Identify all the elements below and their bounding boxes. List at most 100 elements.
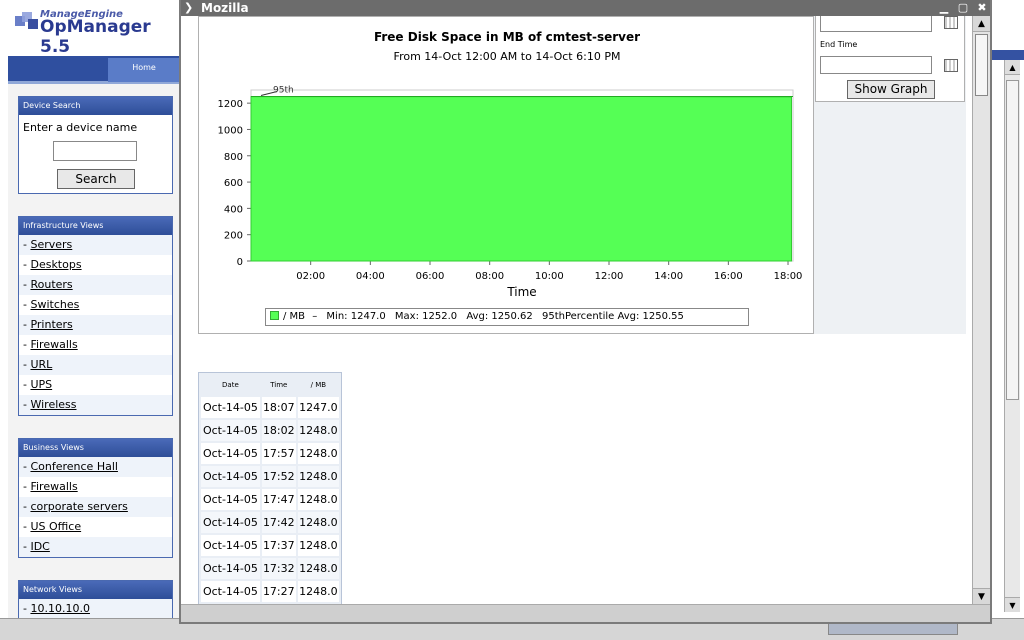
manageengine-logo-icon (15, 12, 38, 29)
infrastructure-view-link[interactable]: Servers (30, 238, 72, 251)
x-tick-label: 02:00 (296, 271, 325, 282)
list-item[interactable]: - UPS (19, 375, 172, 395)
list-item[interactable]: - 10.10.10.0 (19, 599, 172, 619)
x-tick-label: 14:00 (654, 271, 683, 282)
value-cell: 1248.0 (297, 489, 339, 510)
value-cell: 1248.0 (297, 466, 339, 487)
network-view-link[interactable]: 10.10.10.0 (30, 602, 89, 615)
series-area-0 (250, 95, 792, 262)
scroll-up-arrow-icon[interactable]: ▲ (1005, 60, 1020, 75)
popup-titlebar[interactable]: ❯ Mozilla ▁ ▢ ✖ (181, 0, 990, 16)
device-search-input[interactable] (53, 141, 137, 161)
time-cell: 17:42 (261, 512, 296, 533)
mozilla-popup-window: ❯ Mozilla ▁ ▢ ✖ Free Disk Space in MB of… (179, 0, 992, 624)
list-item[interactable]: - Servers (19, 235, 172, 255)
infrastructure-view-link[interactable]: Desktops (30, 258, 81, 271)
time-cell: 17:52 (261, 466, 296, 487)
calendar-icon[interactable] (944, 16, 958, 29)
table-body: Oct-14-05 18:07 1247.0 Oct-14-05 18:02 1248.0… (201, 397, 339, 604)
list-item[interactable]: - URL (19, 355, 172, 375)
list-item[interactable]: - Wireless (19, 395, 172, 415)
infrastructure-view-link[interactable]: Printers (30, 318, 72, 331)
chart-panel: Free Disk Space in MB of cmtest-server F… (198, 16, 814, 334)
list-item[interactable]: - Desktops (19, 255, 172, 275)
tab-home[interactable]: Home (108, 58, 180, 82)
scrollbar-thumb[interactable] (975, 34, 988, 96)
background-scrollbar[interactable]: ▲ ▼ (1004, 60, 1020, 612)
network-views-list: - 10.10.10.0 (19, 599, 172, 619)
list-item[interactable]: - IDC (19, 537, 172, 557)
minimize-icon[interactable]: ▁ (937, 1, 951, 15)
y-tick-label: 0 (237, 257, 243, 268)
popup-bottom-edge (181, 604, 990, 622)
close-icon[interactable]: ✖ (975, 1, 989, 15)
device-search-box: Device Search Enter a device name Search (18, 96, 173, 194)
y-tick-label: 1000 (218, 125, 243, 136)
value-cell: 1247.0 (297, 397, 339, 418)
legend-avg-value: 1250.62 (491, 311, 533, 322)
date-cell: Oct-14-05 (201, 581, 260, 602)
business-view-link[interactable]: Conference Hall (30, 460, 117, 473)
infrastructure-view-link[interactable]: Routers (30, 278, 72, 291)
y-tick-label: 200 (224, 231, 243, 242)
show-graph-button[interactable]: Show Graph (847, 80, 935, 99)
popup-content: Free Disk Space in MB of cmtest-server F… (181, 16, 972, 604)
value-cell: 1248.0 (297, 581, 339, 602)
start-time-input[interactable] (820, 16, 932, 32)
list-item[interactable]: - Switches (19, 295, 172, 315)
infrastructure-view-link[interactable]: Switches (30, 298, 79, 311)
list-item[interactable]: - Conference Hall (19, 457, 172, 477)
list-item[interactable]: - US Office (19, 517, 172, 537)
window-menu-icon[interactable]: ❯ (184, 0, 193, 16)
date-cell: Oct-14-05 (201, 420, 260, 441)
time-cell: 17:32 (261, 558, 296, 579)
table-row: Oct-14-05 17:37 1248.0 (201, 535, 339, 556)
scroll-down-arrow-icon[interactable]: ▼ (1005, 597, 1020, 612)
y-tick-label: 800 (224, 152, 243, 163)
time-cell: 17:27 (261, 581, 296, 602)
date-cell: Oct-14-05 (201, 489, 260, 510)
infrastructure-view-link[interactable]: Wireless (30, 398, 76, 411)
infrastructure-view-link[interactable]: URL (30, 358, 52, 371)
business-view-link[interactable]: IDC (30, 540, 49, 553)
scrollbar-thumb[interactable] (1006, 80, 1019, 400)
x-tick-label: 16:00 (714, 271, 743, 282)
y-tick-label: 400 (224, 204, 243, 215)
y-tick-label: 1200 (218, 99, 243, 110)
scroll-down-arrow-icon[interactable]: ▼ (973, 588, 990, 604)
legend-min-label: Min: (326, 311, 348, 322)
legend-swatch (270, 311, 279, 320)
status-progress-segment (828, 623, 958, 635)
list-item[interactable]: - corporate servers (19, 497, 172, 517)
logo-product: OpManager 5.5 (40, 17, 151, 57)
x-tick-label: 04:00 (356, 271, 385, 282)
table-row: Oct-14-05 17:27 1248.0 (201, 581, 339, 602)
list-item[interactable]: - Routers (19, 275, 172, 295)
x-tick-label: 10:00 (535, 271, 564, 282)
calendar-icon[interactable] (944, 59, 958, 72)
legend-p95-label: 95thPercentile Avg: (541, 311, 640, 322)
maximize-icon[interactable]: ▢ (956, 1, 970, 15)
business-view-link[interactable]: US Office (30, 520, 81, 533)
list-item[interactable]: - Printers (19, 315, 172, 335)
popup-scrollbar[interactable]: ▲ ▼ (972, 16, 990, 604)
table-row: Oct-14-05 18:07 1247.0 (201, 397, 339, 418)
device-search-title: Device Search (19, 97, 172, 115)
table-row: Oct-14-05 17:47 1248.0 (201, 489, 339, 510)
business-view-link[interactable]: Firewalls (30, 480, 77, 493)
legend-min-value: 1247.0 (350, 311, 386, 322)
time-range-form: End Time Show Graph (815, 16, 965, 102)
scroll-up-arrow-icon[interactable]: ▲ (973, 16, 990, 32)
time-cell: 18:07 (261, 397, 296, 418)
end-time-input[interactable] (820, 56, 932, 74)
network-views-title: Network Views (19, 581, 172, 599)
table-row: Oct-14-05 17:32 1248.0 (201, 558, 339, 579)
search-button[interactable]: Search (57, 169, 135, 189)
business-view-link[interactable]: corporate servers (30, 500, 127, 513)
business-views-title: Business Views (19, 439, 172, 457)
infrastructure-view-link[interactable]: Firewalls (30, 338, 77, 351)
chart-legend: / MB – Min: 1247.0 Max: 1252.0 Avg: 1250… (265, 308, 749, 326)
list-item[interactable]: - Firewalls (19, 477, 172, 497)
list-item[interactable]: - Firewalls (19, 335, 172, 355)
infrastructure-view-link[interactable]: UPS (30, 378, 52, 391)
